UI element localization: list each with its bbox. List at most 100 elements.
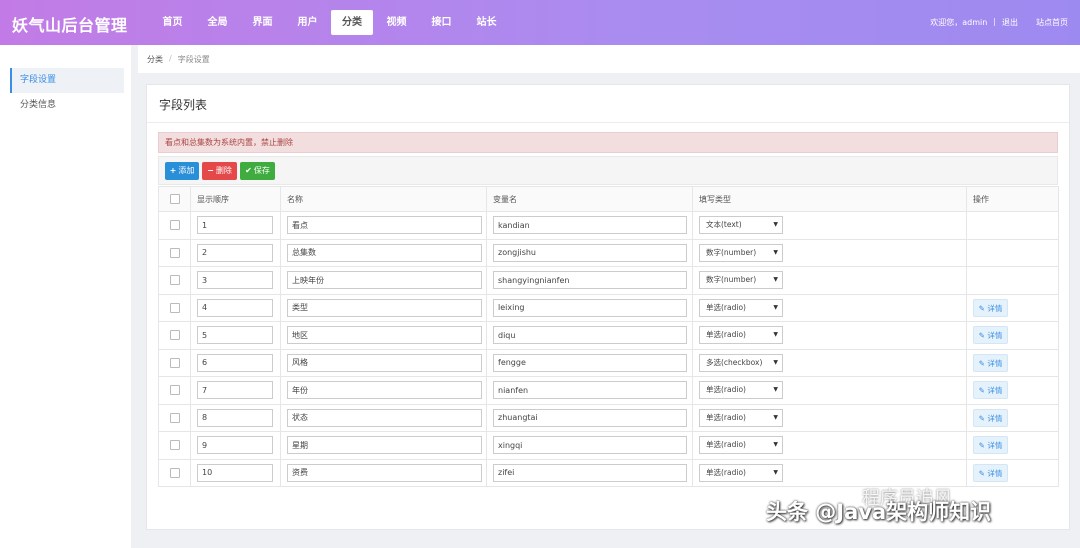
- action-cell: ✎ 详情: [966, 321, 1059, 350]
- row-checkbox[interactable]: [169, 440, 180, 451]
- detail-button[interactable]: ✎ 详情: [973, 353, 1008, 372]
- type-select[interactable]: 单选(radio) ▼: [699, 298, 783, 317]
- detail-button[interactable]: ✎ 详情: [973, 463, 1008, 482]
- name-cell: [280, 376, 487, 405]
- type-cell: 单选(radio) ▼: [692, 403, 967, 432]
- variable-input[interactable]: [493, 353, 687, 372]
- sidebar-item-field-settings[interactable]: 字段设置: [10, 68, 124, 93]
- top-header: 妖气山后台管理 首页 全局 界面 用户 分类 视频 接口 站长 欢迎您，admin | 退出 …: [0, 0, 1080, 45]
- order-input[interactable]: [197, 216, 273, 235]
- sidebar: 字段设置 分类信息: [0, 45, 131, 548]
- type-select[interactable]: 单选(radio) ▼: [699, 463, 783, 482]
- variable-input[interactable]: [493, 298, 687, 317]
- type-select[interactable]: 单选(radio) ▼: [699, 381, 783, 400]
- header-action: 操作: [966, 186, 1059, 212]
- row-checkbox[interactable]: [169, 220, 180, 231]
- type-select[interactable]: 数字(number) ▼: [699, 271, 783, 290]
- row-select-cell: [158, 458, 191, 487]
- add-button[interactable]: + 添加: [165, 162, 199, 180]
- detail-button[interactable]: ✎ 详情: [973, 436, 1008, 455]
- order-cell: [190, 293, 281, 322]
- main-nav: 首页 全局 界面 用户 分类 视频 接口 站长: [150, 10, 509, 35]
- name-input[interactable]: [287, 381, 482, 400]
- type-select[interactable]: 文本(text) ▼: [699, 216, 783, 235]
- row-checkbox[interactable]: [169, 247, 180, 258]
- sidebar-item-category-info[interactable]: 分类信息: [10, 93, 124, 118]
- nav-tab-7[interactable]: 站长: [464, 10, 509, 35]
- type-select[interactable]: 单选(radio) ▼: [699, 408, 783, 427]
- detail-button[interactable]: ✎ 详情: [973, 408, 1008, 427]
- detail-button[interactable]: ✎ 详情: [973, 381, 1008, 400]
- field-table: 显示顺序 名称 变量名 填写类型 操作 文本(text) ▼ 数字(number) ▼…: [158, 186, 1059, 487]
- save-button[interactable]: ✔ 保存: [240, 162, 275, 180]
- detail-button-label: 详情: [987, 441, 1003, 451]
- row-checkbox[interactable]: [169, 385, 180, 396]
- action-toolbar: + 添加 − 删除 ✔ 保存: [158, 156, 1058, 185]
- order-input[interactable]: [197, 436, 273, 455]
- row-checkbox[interactable]: [169, 357, 180, 368]
- detail-button[interactable]: ✎ 详情: [973, 298, 1008, 317]
- variable-cell: [486, 321, 693, 350]
- order-input[interactable]: [197, 298, 273, 317]
- action-cell: ✎ 详情: [966, 348, 1059, 377]
- row-checkbox[interactable]: [169, 302, 180, 313]
- nav-tab-3[interactable]: 用户: [285, 10, 330, 35]
- variable-input[interactable]: [493, 216, 687, 235]
- type-cell: 数字(number) ▼: [692, 266, 967, 295]
- table-row: 单选(radio) ▼ ✎ 详情: [158, 321, 1059, 350]
- name-input[interactable]: [287, 298, 482, 317]
- site-home-link[interactable]: 站点首页: [1036, 17, 1068, 28]
- order-cell: [190, 211, 281, 240]
- nav-tab-5[interactable]: 视频: [374, 10, 419, 35]
- nav-tab-6[interactable]: 接口: [419, 10, 464, 35]
- delete-button[interactable]: − 删除: [202, 162, 237, 180]
- select-all-checkbox[interactable]: [169, 194, 180, 204]
- nav-tab-2[interactable]: 界面: [240, 10, 285, 35]
- type-select[interactable]: 单选(radio) ▼: [699, 326, 783, 345]
- order-input[interactable]: [197, 381, 273, 400]
- type-select[interactable]: 多选(checkbox) ▼: [699, 353, 783, 372]
- order-input[interactable]: [197, 271, 273, 290]
- name-input[interactable]: [287, 408, 482, 427]
- order-cell: [190, 266, 281, 295]
- type-cell: 单选(radio) ▼: [692, 431, 967, 460]
- nav-tab-4[interactable]: 分类: [331, 10, 373, 35]
- nav-tab-1[interactable]: 全局: [195, 10, 240, 35]
- breadcrumb-separator: /: [169, 54, 172, 63]
- order-input[interactable]: [197, 353, 273, 372]
- name-input[interactable]: [287, 271, 482, 290]
- row-checkbox[interactable]: [169, 412, 180, 423]
- row-checkbox[interactable]: [169, 467, 180, 478]
- order-input[interactable]: [197, 326, 273, 345]
- order-input[interactable]: [197, 243, 273, 262]
- nav-tab-0[interactable]: 首页: [150, 10, 195, 35]
- name-input[interactable]: [287, 463, 482, 482]
- variable-input[interactable]: [493, 408, 687, 427]
- variable-input[interactable]: [493, 271, 687, 290]
- name-input[interactable]: [287, 326, 482, 345]
- order-input[interactable]: [197, 463, 273, 482]
- name-cell: [280, 348, 487, 377]
- variable-input[interactable]: [493, 381, 687, 400]
- minus-icon: −: [207, 166, 214, 175]
- variable-input[interactable]: [493, 463, 687, 482]
- type-cell: 单选(radio) ▼: [692, 321, 967, 350]
- breadcrumb-parent[interactable]: 分类: [147, 54, 163, 65]
- detail-button[interactable]: ✎ 详情: [973, 326, 1008, 345]
- row-checkbox[interactable]: [169, 330, 180, 341]
- name-input[interactable]: [287, 243, 482, 262]
- order-input[interactable]: [197, 408, 273, 427]
- variable-input[interactable]: [493, 326, 687, 345]
- variable-input[interactable]: [493, 243, 687, 262]
- variable-input[interactable]: [493, 436, 687, 455]
- name-cell: [280, 458, 487, 487]
- name-input[interactable]: [287, 353, 482, 372]
- type-select-value: 单选(radio): [706, 385, 746, 395]
- row-checkbox[interactable]: [169, 275, 180, 286]
- row-select-cell: [158, 266, 191, 295]
- type-select[interactable]: 单选(radio) ▼: [699, 436, 783, 455]
- type-select[interactable]: 数字(number) ▼: [699, 243, 783, 262]
- name-input[interactable]: [287, 216, 482, 235]
- name-input[interactable]: [287, 436, 482, 455]
- logout-link[interactable]: 退出: [1002, 17, 1018, 28]
